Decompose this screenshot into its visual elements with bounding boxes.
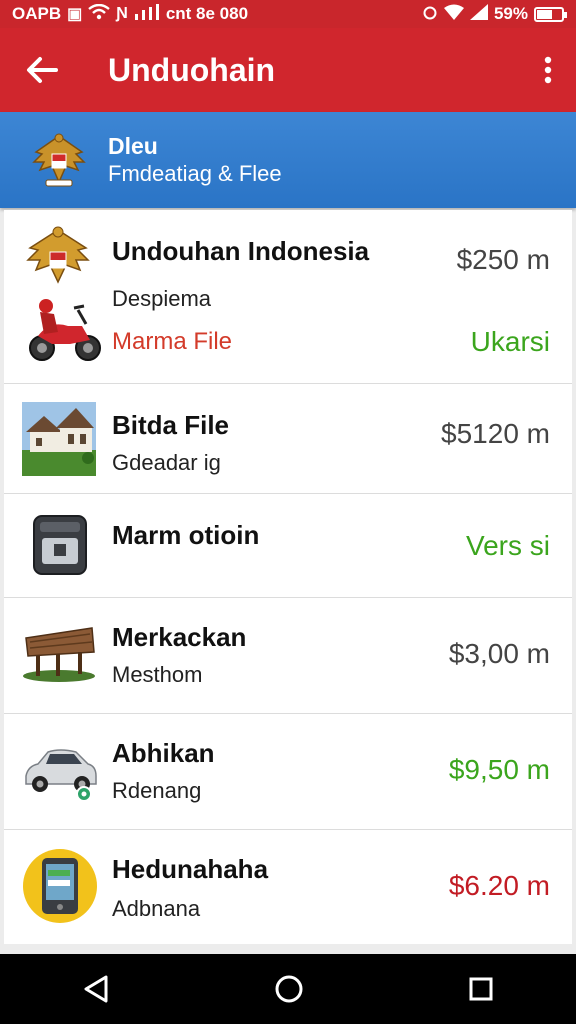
more-vert-icon: [544, 56, 552, 84]
item-name: Hedunahaha: [112, 854, 269, 884]
item-subtitle: Mesthom: [112, 662, 203, 687]
header-title: Dleu: [108, 133, 158, 159]
more-options-button[interactable]: [520, 28, 576, 112]
status-carrier-text: cnt 8e 080: [165, 4, 249, 23]
section-header: Dleu Fmdeatiag & Flee: [0, 112, 576, 208]
alarm-icon: [422, 4, 438, 25]
car-icon: [25, 749, 97, 802]
item-subtitle: Rdenang: [112, 778, 202, 803]
phone-icon: [23, 849, 97, 923]
battery-icon: [534, 6, 567, 22]
item-subtitle: Gdeadar ig: [112, 450, 221, 475]
arrow-left-icon: [27, 57, 58, 83]
item-name: Bitda File: [112, 410, 230, 440]
wifi-full-icon: [443, 4, 464, 25]
list-item[interactable]: Bitda File Gdeadar ig $5120 m: [4, 384, 572, 494]
traditional-house-icon: [23, 627, 95, 682]
status-bar: OAPB ▣ Ɲ cnt 8e 080 59%: [0, 0, 576, 28]
motorcycle-icon: [29, 299, 101, 361]
notification-icon: ▣: [67, 6, 83, 23]
item-name: Abhikan: [112, 738, 215, 768]
wifi-icon: [88, 3, 110, 25]
app-bar: Unduohain: [0, 28, 576, 112]
signal-bars-icon: [134, 3, 160, 25]
nfc-icon: Ɲ: [116, 5, 128, 22]
item-status: Ukarsi: [470, 326, 550, 357]
item-price: $6.20 m: [448, 870, 550, 901]
item-subtitle: Adbnana: [112, 896, 201, 921]
item-name: Undouhan Indonesia: [112, 236, 370, 266]
item-price: $3,00 m: [448, 638, 550, 669]
back-button[interactable]: [0, 28, 84, 112]
back-triangle-icon[interactable]: [82, 974, 110, 1004]
file-list: Undouhan Indonesia Despiema Marma File $…: [4, 210, 572, 944]
list-item[interactable]: Hedunahaha Adbnana $6.20 m: [4, 830, 572, 944]
item-detail: Marma File: [112, 328, 233, 355]
list-item[interactable]: Abhikan Rdenang $9,50 m: [4, 714, 572, 830]
item-name: Marm otioin: [112, 520, 260, 550]
list-item[interactable]: Merkackan Mesthom $3,00 m: [4, 598, 572, 714]
item-status: Vers si: [465, 530, 550, 561]
home-circle-icon[interactable]: [274, 974, 304, 1004]
garuda-emblem-icon: [32, 133, 86, 187]
house-icon: [22, 402, 96, 476]
list-item[interactable]: Marm otioin Vers si: [4, 494, 572, 598]
list-item[interactable]: Undouhan Indonesia Despiema Marma File $…: [4, 210, 572, 384]
item-price: $250 m: [456, 244, 550, 275]
device-icon: [33, 515, 87, 575]
app-title: Unduohain: [108, 51, 276, 88]
status-left-text: OAPB: [12, 4, 62, 23]
system-nav-bar: [0, 954, 576, 1024]
garuda-emblem-icon: [26, 226, 90, 284]
recents-square-icon[interactable]: [468, 976, 494, 1002]
item-subtitle: Despiema: [112, 286, 212, 311]
item-price: $5120 m: [441, 418, 550, 449]
item-name: Merkackan: [112, 622, 247, 652]
header-subtitle: Fmdeatiag & Flee: [108, 161, 282, 186]
cell-signal-icon: [469, 3, 488, 25]
battery-percent: 59%: [493, 4, 528, 23]
item-price: $9,50 m: [448, 754, 550, 785]
